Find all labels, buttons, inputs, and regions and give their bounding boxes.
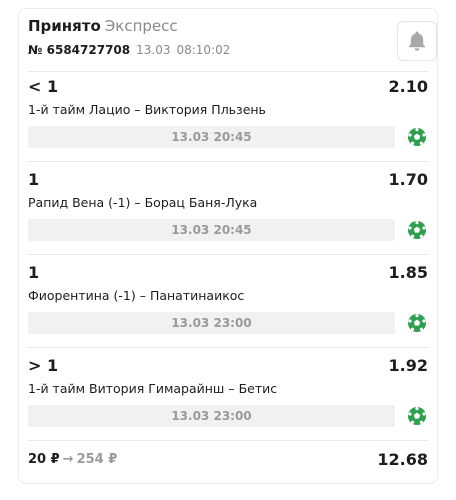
event-match: 1-й тайм Лацио – Виктория Пльзень <box>28 102 266 117</box>
notify-button[interactable] <box>397 21 437 61</box>
potential-win: 254 ₽ <box>76 452 118 467</box>
event-odd: 1.70 <box>388 170 428 189</box>
stake-amount: 20 ₽ <box>28 452 60 467</box>
bet-status-line: Принято Экспресс <box>28 16 437 36</box>
event-match: 1-й тайм Витория Гимарайнш – Бетис <box>28 381 278 396</box>
bet-type: Экспресс <box>104 17 178 35</box>
divider <box>28 440 428 441</box>
bet-meta: № 6584727708 13.03 08:10:02 <box>28 42 437 58</box>
bet-status: Принято <box>28 17 101 35</box>
divider <box>28 161 428 162</box>
total-odd: 12.68 <box>377 450 428 469</box>
event-match: Фиорентина (-1) – Панатинаикос <box>28 288 245 303</box>
soccer-ball-icon <box>408 221 426 239</box>
event-start-time: 13.03 23:00 <box>28 405 395 427</box>
soccer-ball-icon <box>408 128 426 146</box>
event-row[interactable]: 1 1.85 Фиорентина (-1) – Панатинаикос 13… <box>28 263 428 355</box>
event-odd: 1.92 <box>388 356 428 375</box>
arrow-icon: → <box>62 452 74 467</box>
bet-time: 08:10:02 <box>176 43 231 57</box>
event-start-time: 13.03 20:45 <box>28 126 395 148</box>
event-match: Рапид Вена (-1) – Борац Баня-Лука <box>28 195 258 210</box>
event-odd: 2.10 <box>388 77 428 96</box>
event-pick: 1 <box>28 263 40 282</box>
event-row[interactable]: < 1 2.10 1-й тайм Лацио – Виктория Пльзе… <box>28 77 428 169</box>
event-start-time: 13.03 23:00 <box>28 312 395 334</box>
event-row[interactable]: 1 1.70 Рапид Вена (-1) – Борац Баня-Лука… <box>28 170 428 262</box>
bet-header: Принято Экспресс № 6584727708 13.03 08:10:0… <box>28 16 437 71</box>
bet-card: Принято Экспресс № 6584727708 13.03 08:10:0… <box>18 8 438 484</box>
bet-footer: 20 ₽ → 254 ₽ 12.68 <box>28 449 428 471</box>
divider <box>28 347 428 348</box>
event-odd: 1.85 <box>388 263 428 282</box>
event-pick: > 1 <box>28 356 59 375</box>
event-start-time: 13.03 20:45 <box>28 219 395 241</box>
divider <box>28 254 428 255</box>
bet-date: 13.03 <box>136 43 171 57</box>
event-pick: < 1 <box>28 77 59 96</box>
bell-icon <box>409 31 425 51</box>
bet-number: № 6584727708 <box>28 43 131 57</box>
divider <box>28 71 428 72</box>
stake-summary: 20 ₽ → 254 ₽ <box>28 451 117 469</box>
soccer-ball-icon <box>408 314 426 332</box>
event-pick: 1 <box>28 170 40 189</box>
event-row[interactable]: > 1 1.92 1-й тайм Витория Гимарайнш – Бе… <box>28 356 428 448</box>
soccer-ball-icon <box>408 407 426 425</box>
